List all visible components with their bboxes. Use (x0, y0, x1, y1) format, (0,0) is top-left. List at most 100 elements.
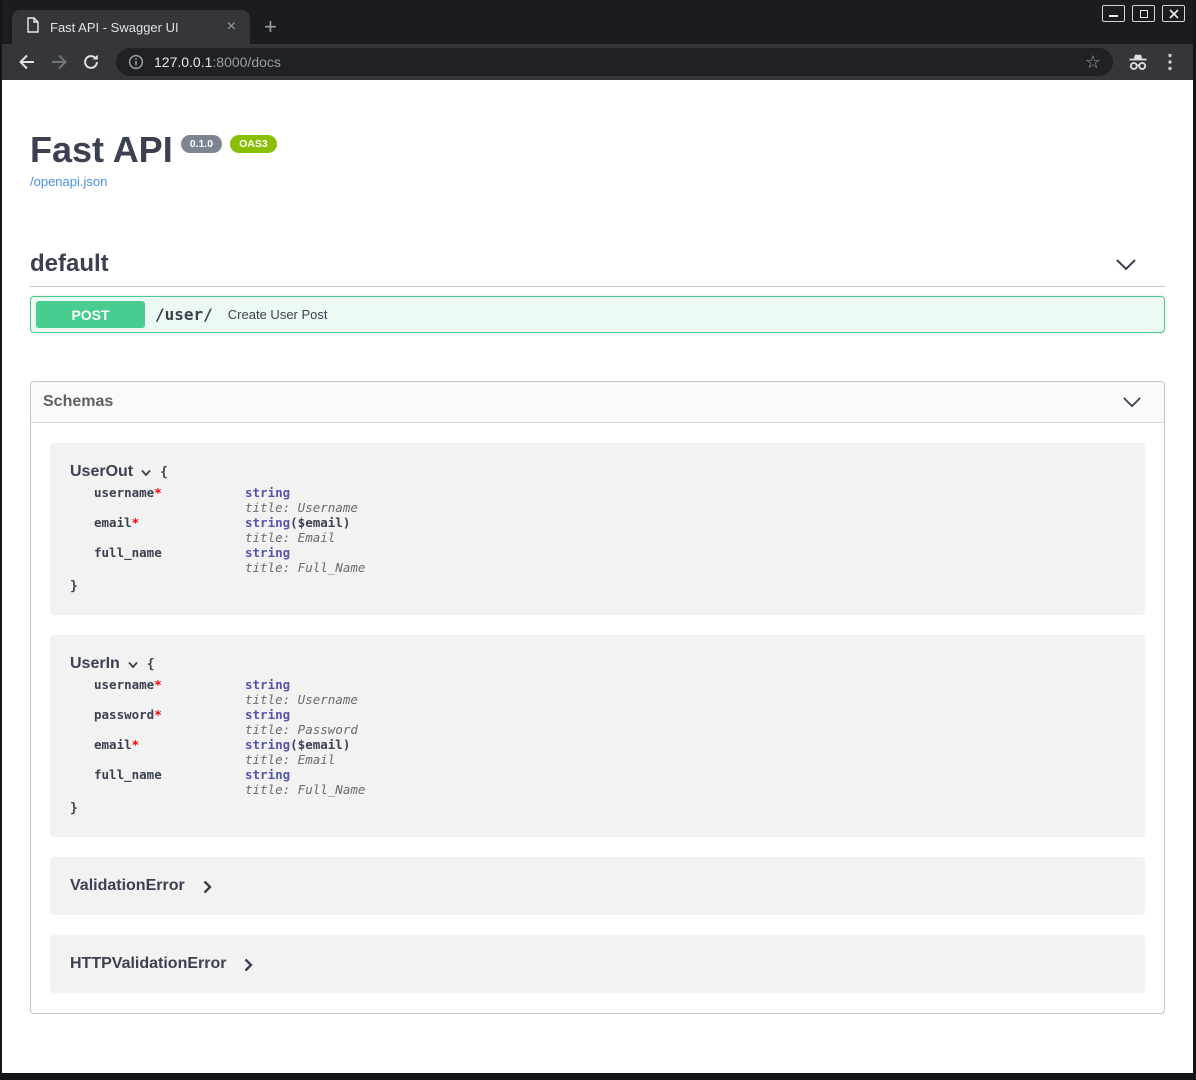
browser-tab[interactable]: Fast API - Swagger UI × (12, 10, 250, 44)
property-title: title: Email (245, 752, 350, 767)
tab-close-icon[interactable]: × (223, 19, 240, 35)
schemas-header[interactable]: Schemas (31, 382, 1164, 423)
address-bar[interactable]: 127.0.0.1:8000/docs ☆ (116, 48, 1113, 76)
property-type: string (245, 515, 290, 530)
open-brace: { (160, 465, 168, 480)
property-name: full_name (94, 545, 162, 560)
property-name: username (94, 485, 154, 500)
property-row: email* string($email) title: Email (94, 515, 1125, 545)
property-row: username* string title: Username (94, 485, 1125, 515)
property-name: password (94, 707, 154, 722)
info-icon (128, 54, 144, 70)
incognito-avatar-button[interactable] (1125, 49, 1151, 75)
model-box-validationerror[interactable]: ValidationError (50, 857, 1145, 915)
chevron-right-icon[interactable] (203, 880, 212, 894)
page-content: Fast API 0.1.0 OAS3 /openapi.json defaul… (2, 80, 1193, 1073)
model-box-userin: UserIn { username* string title: Usernam… (50, 635, 1145, 837)
property-row: full_name string title: Full_Name (94, 545, 1125, 575)
property-row: email* string($email) title: Email (94, 737, 1125, 767)
model-properties: username* string title: Username email* … (94, 485, 1125, 575)
property-type: string (245, 677, 290, 692)
close-brace: } (70, 579, 78, 594)
kebab-menu-icon (1167, 52, 1173, 72)
api-title: Fast API (30, 130, 173, 170)
property-type: string (245, 737, 290, 752)
model-title: HTTPValidationError (70, 955, 226, 973)
model-box-httpvalidationerror[interactable]: HTTPValidationError (50, 935, 1145, 993)
required-star: * (154, 677, 162, 692)
url-path: :8000/docs (212, 54, 281, 70)
chevron-down-icon[interactable] (1122, 396, 1142, 408)
url-host: 127.0.0.1 (154, 54, 212, 70)
property-type: string (245, 485, 290, 500)
property-title: title: Full_Name (245, 782, 365, 797)
browser-menu-button[interactable] (1157, 49, 1183, 75)
reload-button[interactable] (78, 49, 104, 75)
swagger-ui-page: Fast API 0.1.0 OAS3 /openapi.json defaul… (2, 130, 1193, 1014)
tag-divider (30, 286, 1165, 287)
property-title: title: Username (245, 692, 358, 707)
close-icon (1169, 9, 1179, 19)
required-star: * (154, 707, 162, 722)
opblock-post-user[interactable]: POST /user/ Create User Post (30, 296, 1165, 333)
minimize-icon (1109, 15, 1118, 17)
window-close-button[interactable] (1162, 5, 1185, 22)
chevron-down-icon[interactable] (127, 661, 139, 669)
property-title: title: Email (245, 530, 350, 545)
oas3-badge: OAS3 (230, 135, 277, 153)
tab-title: Fast API - Swagger UI (50, 20, 223, 35)
forward-icon (49, 52, 69, 72)
forward-button[interactable] (46, 49, 72, 75)
tag-section-default: default POST /user/ Create User Post (30, 250, 1165, 333)
property-format: ($email) (290, 515, 350, 530)
window-minimize-button[interactable] (1102, 5, 1125, 22)
property-row: full_name string title: Full_Name (94, 767, 1125, 797)
post-method-badge: POST (36, 301, 145, 328)
back-button[interactable] (14, 49, 40, 75)
close-brace: } (70, 801, 78, 816)
version-badge: 0.1.0 (181, 135, 222, 153)
chevron-down-icon[interactable] (140, 469, 152, 477)
property-title: title: Full_Name (245, 560, 365, 575)
property-row: username* string title: Username (94, 677, 1125, 707)
new-tab-button[interactable]: + (264, 16, 277, 38)
endpoint-summary: Create User Post (228, 307, 328, 322)
schemas-section: Schemas UserOut { username* (30, 381, 1165, 1014)
tag-header[interactable]: default (30, 250, 1165, 278)
property-name: username (94, 677, 154, 692)
property-name: email (94, 515, 132, 530)
property-title: title: Username (245, 500, 358, 515)
page-icon (26, 17, 40, 38)
property-name: email (94, 737, 132, 752)
model-header[interactable]: UserOut { (70, 463, 1125, 481)
window-controls (1102, 5, 1185, 22)
chevron-right-icon[interactable] (244, 958, 253, 972)
browser-window: Fast API - Swagger UI × + 127.0.0.1:8000… (0, 0, 1196, 1080)
api-info-section: Fast API 0.1.0 OAS3 /openapi.json (30, 130, 1165, 191)
model-title: UserIn (70, 655, 120, 673)
url-text: 127.0.0.1:8000/docs (154, 54, 1085, 70)
model-box-userout: UserOut { username* string title: Userna… (50, 443, 1145, 615)
chevron-down-icon[interactable] (1115, 258, 1137, 271)
property-row: password* string title: Password (94, 707, 1125, 737)
open-brace: { (147, 657, 155, 672)
window-maximize-button[interactable] (1132, 5, 1155, 22)
toolbar: 127.0.0.1:8000/docs ☆ (2, 44, 1193, 80)
titlebar: Fast API - Swagger UI × + (2, 0, 1193, 44)
endpoint-path: /user/ (155, 305, 213, 324)
model-header[interactable]: UserIn { (70, 655, 1125, 673)
openapi-json-link[interactable]: /openapi.json (30, 174, 107, 189)
back-icon (17, 52, 37, 72)
required-star: * (132, 737, 140, 752)
required-star: * (132, 515, 140, 530)
property-type: string (245, 767, 290, 782)
required-star: * (154, 485, 162, 500)
property-format: ($email) (290, 737, 350, 752)
property-name: full_name (94, 767, 162, 782)
reload-icon (81, 52, 101, 72)
bookmark-star-icon[interactable]: ☆ (1085, 53, 1101, 71)
incognito-icon (1127, 53, 1149, 72)
model-title: UserOut (70, 463, 133, 481)
model-properties: username* string title: Username passwor… (94, 677, 1125, 797)
maximize-icon (1140, 10, 1148, 18)
